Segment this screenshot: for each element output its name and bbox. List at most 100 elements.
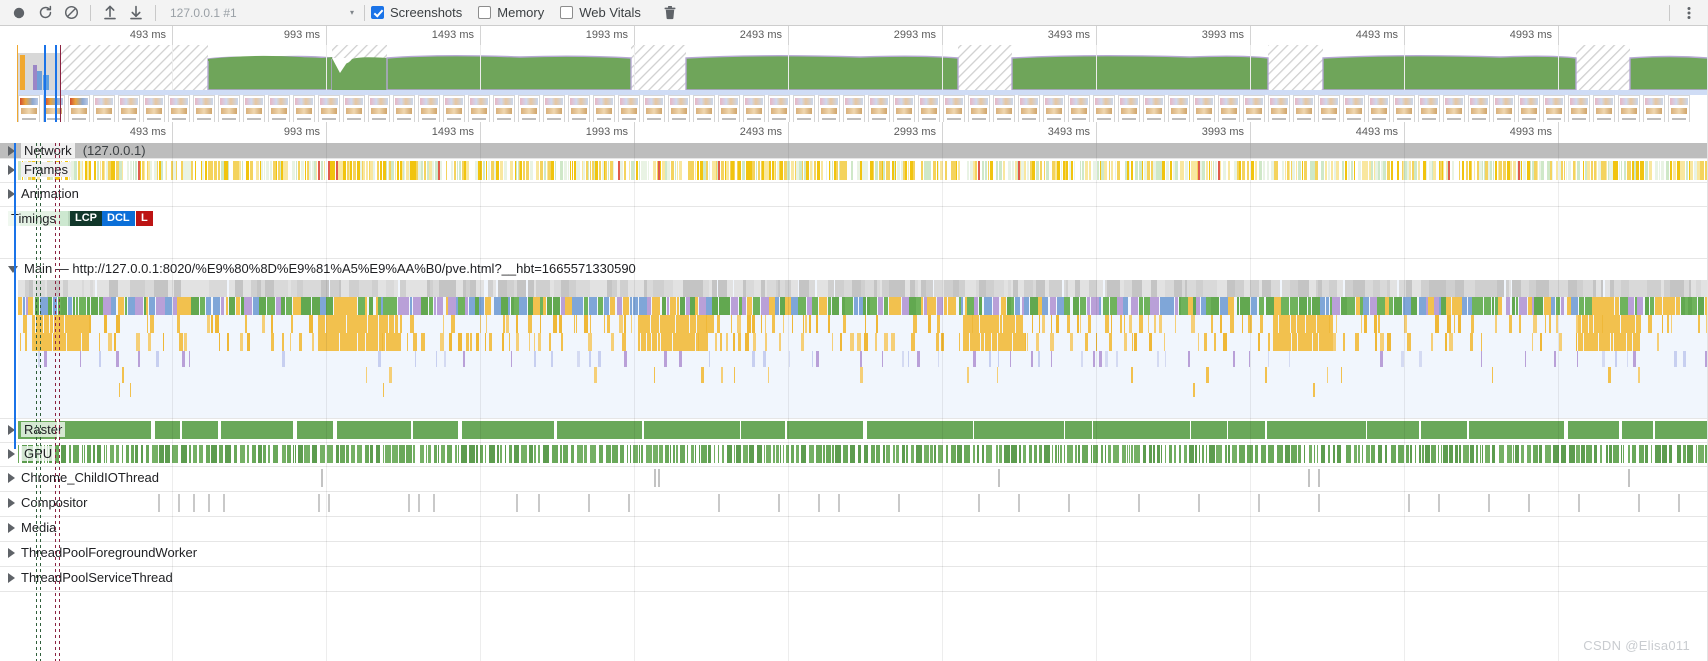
track-timings-header[interactable]: Timings — [0, 207, 60, 258]
main-row-4[interactable] — [18, 351, 1708, 367]
track-media[interactable]: Media — [0, 517, 1708, 542]
io-task — [654, 469, 656, 487]
main-task-block — [1331, 333, 1333, 351]
track-main-header[interactable]: Main — http://127.0.0.1:8020/%E9%80%8D%E… — [8, 261, 636, 278]
compositor-task — [1018, 494, 1020, 512]
track-gpu-header[interactable]: GPU — [0, 443, 56, 466]
track-chrome-childiothread[interactable]: Chrome_ChildIOThread — [0, 467, 1708, 492]
track-animation[interactable]: Animation — [0, 183, 1708, 207]
compositor-task — [178, 494, 180, 512]
download-arrow-icon[interactable] — [123, 2, 149, 24]
compositor-task — [1678, 494, 1680, 512]
main-row-3[interactable] — [18, 333, 1708, 351]
main-task-block — [67, 333, 71, 351]
ruler-label: 3493 ms — [1047, 29, 1090, 41]
main-task-block — [976, 333, 980, 351]
upload-arrow-icon[interactable] — [97, 2, 123, 24]
main-task-block — [696, 333, 698, 351]
screenshots-checkbox[interactable]: Screenshots — [371, 5, 462, 20]
track-threadpool-foreground-worker-header[interactable]: ThreadPoolForegroundWorker — [0, 542, 197, 566]
childio-bars — [18, 469, 1708, 487]
timeline-tracks[interactable]: Network (127.0.0.1) Frames Animation Tim… — [0, 143, 1708, 661]
track-main-expander[interactable] — [8, 266, 18, 278]
web-vitals-checkbox[interactable]: Web Vitals — [560, 5, 641, 20]
main-task-block — [332, 333, 335, 351]
main-task-block — [1286, 315, 1290, 333]
main-task-block — [1617, 315, 1620, 333]
reload-icon[interactable] — [32, 2, 58, 24]
record-circle-icon[interactable] — [6, 2, 32, 24]
web-vitals-checkbox-box[interactable] — [560, 6, 574, 19]
compositor-task — [718, 494, 720, 512]
main-task-block — [75, 333, 81, 351]
screenshots-checkbox-box[interactable] — [371, 6, 384, 19]
track-threadpool-foreground-worker[interactable]: ThreadPoolForegroundWorker — [0, 542, 1708, 567]
main-task-block — [1330, 315, 1333, 333]
compositor-task — [1258, 494, 1260, 512]
track-media-header[interactable]: Media — [0, 517, 56, 541]
dropped-frame — [336, 161, 338, 180]
track-timings[interactable]: Timings LCP DCL L — [0, 207, 1708, 259]
compositor-task — [1528, 494, 1530, 512]
track-network[interactable]: Network (127.0.0.1) — [0, 143, 1708, 159]
dropped-frame — [1018, 161, 1020, 180]
main-task-block — [61, 315, 64, 333]
track-threadpool-service-thread[interactable]: ThreadPoolServiceThread — [0, 567, 1708, 592]
io-task — [658, 469, 660, 487]
main-row-5[interactable] — [18, 367, 1708, 383]
compositor-task — [818, 494, 820, 512]
track-raster[interactable]: Raster — [0, 419, 1708, 443]
compositor-task — [778, 494, 780, 512]
memory-checkbox-box[interactable] — [478, 6, 492, 19]
timings-badge-lcp[interactable]: LCP — [70, 211, 102, 226]
ruler-tick — [172, 26, 173, 45]
clear-prohibited-icon[interactable] — [58, 2, 84, 24]
track-gpu[interactable]: GPU — [0, 443, 1708, 467]
track-compositor-header[interactable]: Compositor — [0, 492, 87, 516]
compositor-task — [208, 494, 210, 512]
main-task-block — [386, 315, 388, 333]
main-task-block — [50, 315, 53, 333]
timings-badge-l[interactable]: L — [136, 211, 153, 226]
main-task-block — [1273, 333, 1280, 351]
track-threadpool-service-thread-expander[interactable] — [8, 573, 15, 583]
track-compositor-expander[interactable] — [8, 498, 15, 508]
main-row-6[interactable] — [18, 383, 1708, 397]
profile-select[interactable]: 127.0.0.1 #1 ▾ — [162, 3, 358, 23]
watermark: CSDN @Elisa011 — [1583, 638, 1690, 653]
main-row-1[interactable] — [18, 297, 1708, 315]
track-gpu-expander[interactable] — [8, 449, 15, 459]
track-frames[interactable]: Frames — [0, 159, 1708, 183]
profile-select-value: 127.0.0.1 #1 — [170, 5, 237, 20]
main-row-system[interactable] — [18, 280, 1708, 297]
track-network-header[interactable]: Network (127.0.0.1) — [0, 143, 146, 158]
track-compositor[interactable]: Compositor — [0, 492, 1708, 517]
main-task-block — [641, 333, 646, 351]
main-task-block — [1273, 315, 1278, 333]
main-task-block — [707, 315, 714, 333]
track-chrome-childiothread-expander[interactable] — [8, 473, 15, 483]
memory-checkbox[interactable]: Memory — [478, 5, 544, 20]
trash-icon[interactable] — [657, 2, 683, 24]
main-task-block — [340, 315, 346, 333]
compositor-task — [318, 494, 320, 512]
track-chrome-childiothread-header[interactable]: Chrome_ChildIOThread — [0, 467, 159, 491]
timings-badge-dcl[interactable]: DCL — [102, 211, 135, 226]
track-threadpool-service-thread-header[interactable]: ThreadPoolServiceThread — [0, 567, 173, 591]
main-task-block — [396, 333, 401, 351]
main-task-block — [1010, 333, 1012, 351]
gpu-bars — [18, 445, 1708, 463]
timeline-overview[interactable]: 493 ms 993 ms 1493 ms 1993 ms 2493 ms 2993 ms… — [0, 26, 1708, 130]
main-task-block — [1636, 315, 1641, 333]
ruler-label: 993 ms — [283, 126, 320, 138]
track-media-expander[interactable] — [8, 523, 15, 533]
compositor-task — [538, 494, 540, 512]
more-options-icon[interactable] — [1676, 2, 1702, 24]
main-row-2[interactable] — [18, 315, 1708, 333]
main-task-block — [973, 315, 979, 333]
track-network-sublabel: (127.0.0.1) — [82, 143, 146, 158]
main-task-block — [386, 333, 393, 351]
track-threadpool-foreground-worker-expander[interactable] — [8, 548, 15, 558]
track-main[interactable]: Main — http://127.0.0.1:8020/%E9%80%8D%E… — [0, 259, 1708, 419]
ruler-label: 1993 ms — [585, 126, 628, 138]
